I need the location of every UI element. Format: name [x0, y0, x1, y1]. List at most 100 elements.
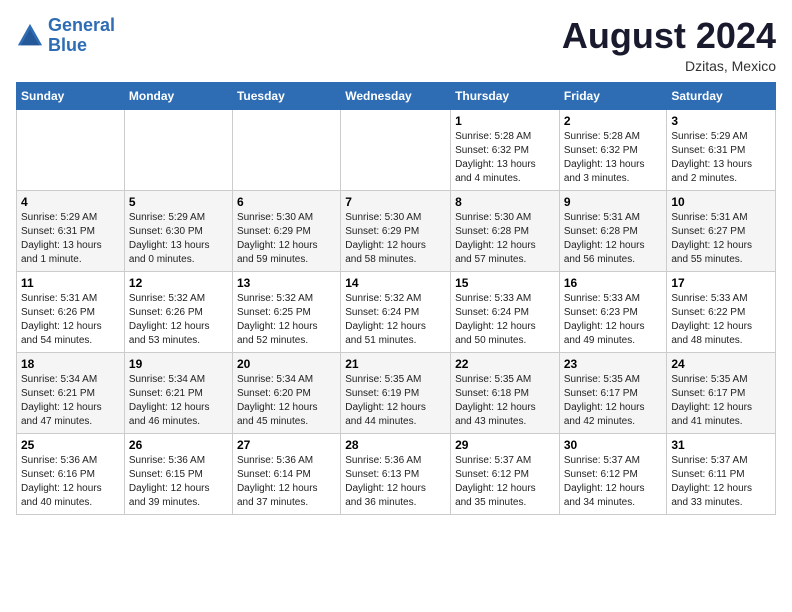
- day-number: 2: [564, 114, 663, 128]
- day-info: Sunrise: 5:33 AM Sunset: 6:24 PM Dayligh…: [455, 292, 555, 348]
- calendar-week-row: 4 Sunrise: 5:29 AM Sunset: 6:31 PM Daylig…: [17, 190, 776, 271]
- calendar-cell: 1 Sunrise: 5:28 AM Sunset: 6:32 PM Daylig…: [451, 109, 560, 190]
- day-info: Sunrise: 5:32 AM Sunset: 6:26 PM Dayligh…: [129, 292, 228, 348]
- calendar-cell: [124, 109, 232, 190]
- calendar-cell: 11 Sunrise: 5:31 AM Sunset: 6:26 PM Dayli…: [17, 271, 125, 352]
- day-info: Sunrise: 5:33 AM Sunset: 6:22 PM Dayligh…: [671, 292, 771, 348]
- calendar-cell: 16 Sunrise: 5:33 AM Sunset: 6:23 PM Dayli…: [559, 271, 667, 352]
- day-number: 11: [21, 276, 120, 290]
- day-number: 27: [237, 438, 336, 452]
- calendar-cell: 25 Sunrise: 5:36 AM Sunset: 6:16 PM Dayli…: [17, 433, 125, 514]
- logo-icon: [16, 22, 44, 50]
- day-number: 20: [237, 357, 336, 371]
- day-info: Sunrise: 5:33 AM Sunset: 6:23 PM Dayligh…: [564, 292, 663, 348]
- day-info: Sunrise: 5:34 AM Sunset: 6:20 PM Dayligh…: [237, 373, 336, 429]
- day-number: 25: [21, 438, 120, 452]
- calendar-cell: 21Sunrise: 5:35 AM Sunset: 6:19 PM Dayli…: [341, 352, 451, 433]
- day-number: 14: [345, 276, 446, 290]
- day-info: Sunrise: 5:30 AM Sunset: 6:28 PM Dayligh…: [455, 211, 555, 267]
- day-number: 10: [671, 195, 771, 209]
- day-info: Sunrise: 5:35 AM Sunset: 6:19 PM Dayligh…: [345, 373, 446, 429]
- day-info: Sunrise: 5:29 AM Sunset: 6:31 PM Dayligh…: [21, 211, 120, 267]
- day-info: Sunrise: 5:30 AM Sunset: 6:29 PM Dayligh…: [237, 211, 336, 267]
- calendar-table: SundayMondayTuesdayWednesdayThursdayFrid…: [16, 82, 776, 515]
- day-info: Sunrise: 5:34 AM Sunset: 6:21 PM Dayligh…: [129, 373, 228, 429]
- calendar-cell: 18Sunrise: 5:34 AM Sunset: 6:21 PM Dayli…: [17, 352, 125, 433]
- calendar-cell: [232, 109, 340, 190]
- logo-general: General: [48, 15, 115, 35]
- day-info: Sunrise: 5:31 AM Sunset: 6:26 PM Dayligh…: [21, 292, 120, 348]
- logo: General Blue: [16, 16, 115, 56]
- day-info: Sunrise: 5:32 AM Sunset: 6:24 PM Dayligh…: [345, 292, 446, 348]
- day-info: Sunrise: 5:28 AM Sunset: 6:32 PM Dayligh…: [455, 130, 555, 186]
- location: Dzitas, Mexico: [562, 58, 776, 74]
- logo-blue: Blue: [48, 35, 87, 55]
- day-header-tuesday: Tuesday: [232, 82, 340, 109]
- calendar-cell: 22Sunrise: 5:35 AM Sunset: 6:18 PM Dayli…: [451, 352, 560, 433]
- calendar-cell: 2 Sunrise: 5:28 AM Sunset: 6:32 PM Daylig…: [559, 109, 667, 190]
- day-number: 6: [237, 195, 336, 209]
- calendar-week-row: 1 Sunrise: 5:28 AM Sunset: 6:32 PM Daylig…: [17, 109, 776, 190]
- day-info: Sunrise: 5:28 AM Sunset: 6:32 PM Dayligh…: [564, 130, 663, 186]
- day-number: 31: [671, 438, 771, 452]
- day-number: 9: [564, 195, 663, 209]
- day-info: Sunrise: 5:37 AM Sunset: 6:12 PM Dayligh…: [564, 454, 663, 510]
- day-number: 19: [129, 357, 228, 371]
- calendar-cell: 7 Sunrise: 5:30 AM Sunset: 6:29 PM Daylig…: [341, 190, 451, 271]
- day-number: 4: [21, 195, 120, 209]
- day-info: Sunrise: 5:36 AM Sunset: 6:15 PM Dayligh…: [129, 454, 228, 510]
- calendar-week-row: 18 Sunrise: 5:34 AM Sunset: 6:21 PM Dayli…: [17, 352, 776, 433]
- calendar-cell: 19 Sunrise: 5:34 AM Sunset: 6:21 PM Dayli…: [124, 352, 232, 433]
- calendar-cell: 26 Sunrise: 5:36 AM Sunset: 6:15 PM Dayli…: [124, 433, 232, 514]
- day-number: 5: [129, 195, 228, 209]
- day-number: 24: [671, 357, 771, 371]
- day-info: Sunrise: 5:29 AM Sunset: 6:30 PM Dayligh…: [129, 211, 228, 267]
- day-info: Sunrise: 5:31 AM Sunset: 6:28 PM Dayligh…: [564, 211, 663, 267]
- calendar-cell: 4 Sunrise: 5:29 AM Sunset: 6:31 PM Daylig…: [17, 190, 125, 271]
- calendar-cell: 12 Sunrise: 5:32 AM Sunset: 6:26 PM Dayli…: [124, 271, 232, 352]
- day-number: 26: [129, 438, 228, 452]
- day-number: 13: [237, 276, 336, 290]
- calendar-header-row: SundayMondayTuesdayWednesdayThursdayFrid…: [17, 82, 776, 109]
- day-number: 18: [21, 357, 120, 371]
- calendar-cell: [341, 109, 451, 190]
- day-number: 22: [455, 357, 555, 371]
- day-number: 12: [129, 276, 228, 290]
- day-header-saturday: Saturday: [667, 82, 776, 109]
- calendar-cell: 28 Sunrise: 5:36 AM Sunset: 6:13 PM Dayli…: [341, 433, 451, 514]
- day-header-sunday: Sunday: [17, 82, 125, 109]
- day-info: Sunrise: 5:35 AM Sunset: 6:17 PM Dayligh…: [564, 373, 663, 429]
- day-info: Sunrise: 5:36 AM Sunset: 6:16 PM Dayligh…: [21, 454, 120, 510]
- day-info: Sunrise: 5:36 AM Sunset: 6:13 PM Dayligh…: [345, 454, 446, 510]
- calendar-cell: 31 Sunrise: 5:37 AM Sunset: 6:11 PM Dayli…: [667, 433, 776, 514]
- day-info: Sunrise: 5:35 AM Sunset: 6:17 PM Dayligh…: [671, 373, 771, 429]
- day-header-friday: Friday: [559, 82, 667, 109]
- day-info: Sunrise: 5:29 AM Sunset: 6:31 PM Dayligh…: [671, 130, 771, 186]
- day-number: 16: [564, 276, 663, 290]
- calendar-cell: 30Sunrise: 5:37 AM Sunset: 6:12 PM Dayli…: [559, 433, 667, 514]
- calendar-week-row: 11 Sunrise: 5:31 AM Sunset: 6:26 PM Dayli…: [17, 271, 776, 352]
- day-info: Sunrise: 5:37 AM Sunset: 6:11 PM Dayligh…: [671, 454, 771, 510]
- day-number: 28: [345, 438, 446, 452]
- month-year: August 2024: [562, 16, 776, 56]
- title-block: August 2024 Dzitas, Mexico: [562, 16, 776, 74]
- day-info: Sunrise: 5:30 AM Sunset: 6:29 PM Dayligh…: [345, 211, 446, 267]
- calendar-cell: 5 Sunrise: 5:29 AM Sunset: 6:30 PM Daylig…: [124, 190, 232, 271]
- day-number: 15: [455, 276, 555, 290]
- day-number: 7: [345, 195, 446, 209]
- calendar-cell: 9 Sunrise: 5:31 AM Sunset: 6:28 PM Daylig…: [559, 190, 667, 271]
- calendar-cell: 13Sunrise: 5:32 AM Sunset: 6:25 PM Dayli…: [232, 271, 340, 352]
- calendar-cell: 6 Sunrise: 5:30 AM Sunset: 6:29 PM Daylig…: [232, 190, 340, 271]
- day-number: 3: [671, 114, 771, 128]
- calendar-cell: 8Sunrise: 5:30 AM Sunset: 6:28 PM Daylig…: [451, 190, 560, 271]
- calendar-cell: 29Sunrise: 5:37 AM Sunset: 6:12 PM Dayli…: [451, 433, 560, 514]
- day-info: Sunrise: 5:36 AM Sunset: 6:14 PM Dayligh…: [237, 454, 336, 510]
- calendar-cell: 3 Sunrise: 5:29 AM Sunset: 6:31 PM Daylig…: [667, 109, 776, 190]
- page-header: General Blue August 2024 Dzitas, Mexico: [16, 16, 776, 74]
- calendar-cell: 23Sunrise: 5:35 AM Sunset: 6:17 PM Dayli…: [559, 352, 667, 433]
- day-number: 1: [455, 114, 555, 128]
- day-header-wednesday: Wednesday: [341, 82, 451, 109]
- day-info: Sunrise: 5:31 AM Sunset: 6:27 PM Dayligh…: [671, 211, 771, 267]
- calendar-week-row: 25 Sunrise: 5:36 AM Sunset: 6:16 PM Dayli…: [17, 433, 776, 514]
- day-header-thursday: Thursday: [451, 82, 560, 109]
